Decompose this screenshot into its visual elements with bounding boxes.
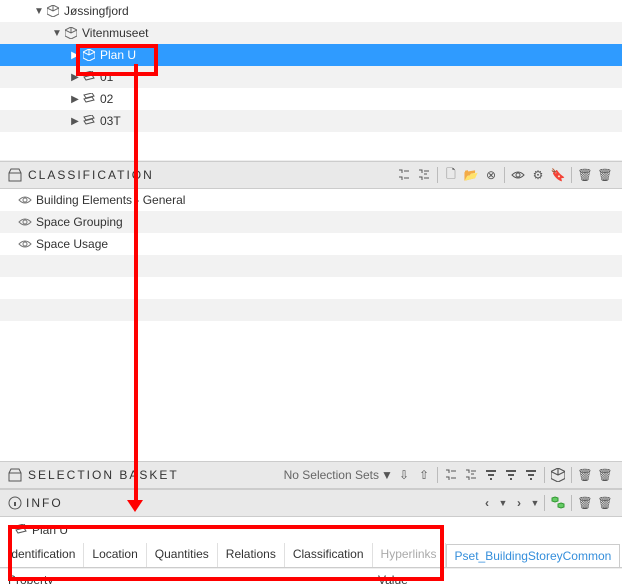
trash-icon[interactable]: 🗑 bbox=[576, 466, 594, 484]
storey-icon bbox=[82, 92, 96, 106]
nav-next-icon[interactable]: › bbox=[510, 494, 528, 512]
model-tree: ▼ Jøssingfjord ▼ Vitenmuseet ▶ Plan U ▶ … bbox=[0, 0, 622, 161]
classification-item[interactable]: Building Elements - General bbox=[0, 189, 622, 211]
expand-arrow-icon[interactable]: ▶ bbox=[70, 72, 80, 83]
cube-icon bbox=[64, 26, 78, 40]
tree-item-label: 02 bbox=[100, 92, 113, 106]
classification-label: Building Elements - General bbox=[36, 193, 185, 207]
tree-expand-icon[interactable] bbox=[415, 166, 433, 184]
tree-collapse-icon[interactable] bbox=[395, 166, 413, 184]
dropdown-icon[interactable]: ▼ bbox=[498, 494, 508, 512]
selection-toolbar: No Selection Sets ▼ ⇩ ⇧ 🗑 🗑 bbox=[284, 466, 614, 484]
column-header-value[interactable]: Value bbox=[374, 573, 622, 584]
empty-row bbox=[0, 299, 622, 321]
cubes-icon[interactable] bbox=[549, 494, 567, 512]
gear-icon[interactable]: ⚙ bbox=[529, 166, 547, 184]
classification-header: CLASSIFICATION 🗋 📂 ⊗ ⚙ 🔖 🗑 🗑 bbox=[0, 161, 622, 189]
tree-item-label: Plan U bbox=[100, 48, 136, 62]
trash-icon[interactable]: 🗑 bbox=[576, 494, 594, 512]
filter-icon-1[interactable] bbox=[482, 466, 500, 484]
tree-item-label: Vitenmuseet bbox=[82, 26, 149, 40]
eye-icon bbox=[18, 215, 32, 229]
classification-toolbar: 🗋 📂 ⊗ ⚙ 🔖 🗑 🗑 bbox=[395, 166, 614, 184]
tree-item[interactable]: ▼ Jøssingfjord bbox=[0, 0, 622, 22]
import-icon[interactable]: ⇩ bbox=[395, 466, 413, 484]
tree-item-label: 01 bbox=[100, 70, 113, 84]
cube-icon bbox=[46, 4, 60, 18]
filter-icon-2[interactable] bbox=[502, 466, 520, 484]
classification-icon bbox=[8, 168, 22, 182]
expand-arrow-icon[interactable]: ▼ bbox=[52, 28, 62, 39]
trash-icon[interactable]: 🗑 bbox=[596, 466, 614, 484]
classification-label: Space Usage bbox=[36, 237, 108, 251]
trash-icon[interactable]: 🗑 bbox=[576, 166, 594, 184]
storey-icon bbox=[14, 523, 28, 537]
info-toolbar: ‹ ▼ › ▼ 🗑 🗑 bbox=[478, 494, 614, 512]
tab-hyperlinks[interactable]: Hyperlinks bbox=[373, 543, 446, 567]
trash-icon[interactable]: 🗑 bbox=[596, 494, 614, 512]
panel-title-text: INFO bbox=[26, 496, 63, 510]
open-icon[interactable]: 📂 bbox=[462, 166, 480, 184]
tab-relations[interactable]: Relations bbox=[218, 543, 285, 567]
storey-icon bbox=[82, 70, 96, 84]
tab-identification[interactable]: Identification bbox=[0, 543, 84, 567]
blank-area bbox=[0, 343, 622, 461]
eye-icon bbox=[18, 237, 32, 251]
dropdown-icon[interactable]: ▼ bbox=[530, 494, 540, 512]
classification-list: Building Elements - General Space Groupi… bbox=[0, 189, 622, 343]
storey-icon bbox=[82, 114, 96, 128]
info-tabs: Identification Location Quantities Relat… bbox=[0, 543, 622, 568]
eye-icon bbox=[18, 193, 32, 207]
expand-arrow-icon[interactable]: ▶ bbox=[70, 116, 80, 127]
filter-icon-3[interactable] bbox=[522, 466, 540, 484]
cube-icon bbox=[82, 48, 96, 62]
info-header: INFO ‹ ▼ › ▼ 🗑 🗑 bbox=[0, 489, 622, 517]
tree-item-label: Jøssingfjord bbox=[64, 4, 129, 18]
tree-item-selected[interactable]: ▶ Plan U bbox=[0, 44, 622, 66]
tag-icon[interactable]: 🔖 bbox=[549, 166, 567, 184]
tree-expand-icon[interactable] bbox=[462, 466, 480, 484]
tree-collapse-icon[interactable] bbox=[442, 466, 460, 484]
tree-item[interactable]: ▶ 03T bbox=[0, 110, 622, 132]
new-icon[interactable]: 🗋 bbox=[442, 166, 460, 184]
tree-item[interactable]: ▶ 01 bbox=[0, 66, 622, 88]
classification-item[interactable]: Space Usage bbox=[0, 233, 622, 255]
tree-item-label: 03T bbox=[100, 114, 121, 128]
trash-icon[interactable]: 🗑 bbox=[596, 166, 614, 184]
info-icon bbox=[8, 496, 22, 510]
tree-item[interactable]: ▼ Vitenmuseet bbox=[0, 22, 622, 44]
expand-arrow-icon[interactable]: ▶ bbox=[70, 50, 80, 61]
tree-item[interactable]: ▶ 02 bbox=[0, 88, 622, 110]
info-node-label: Plan U bbox=[32, 523, 68, 537]
expand-arrow-icon[interactable]: ▶ bbox=[70, 94, 80, 105]
panel-title-text: CLASSIFICATION bbox=[28, 168, 154, 182]
eye-icon[interactable] bbox=[509, 166, 527, 184]
tab-quantities[interactable]: Quantities bbox=[147, 543, 218, 567]
tab-location[interactable]: Location bbox=[84, 543, 146, 567]
empty-row bbox=[0, 321, 622, 343]
expand-arrow-icon[interactable]: ▼ bbox=[34, 6, 44, 17]
column-header-property[interactable]: Property bbox=[0, 573, 374, 584]
selection-sets-text: No Selection Sets bbox=[284, 468, 379, 482]
tab-classification[interactable]: Classification bbox=[285, 543, 373, 567]
selection-basket-header: SELECTION BASKET No Selection Sets ▼ ⇩ ⇧… bbox=[0, 461, 622, 489]
cube-toolbar-icon[interactable] bbox=[549, 466, 567, 484]
empty-row bbox=[0, 255, 622, 277]
nav-prev-icon[interactable]: ‹ bbox=[478, 494, 496, 512]
property-table: Property Value AboveGround UNKNOWN bbox=[0, 568, 622, 584]
basket-icon bbox=[8, 468, 22, 482]
cancel-icon[interactable]: ⊗ bbox=[482, 166, 500, 184]
classification-item[interactable]: Space Grouping bbox=[0, 211, 622, 233]
classification-label: Space Grouping bbox=[36, 215, 123, 229]
dropdown-icon[interactable]: ▼ bbox=[381, 466, 393, 484]
info-node: Plan U bbox=[0, 517, 622, 543]
empty-row bbox=[0, 277, 622, 299]
export-icon[interactable]: ⇧ bbox=[415, 466, 433, 484]
property-table-header: Property Value bbox=[0, 568, 622, 584]
panel-title-text: SELECTION BASKET bbox=[28, 468, 179, 482]
tab-pset-buildingstoreycommon[interactable]: Pset_BuildingStoreyCommon bbox=[446, 544, 621, 568]
